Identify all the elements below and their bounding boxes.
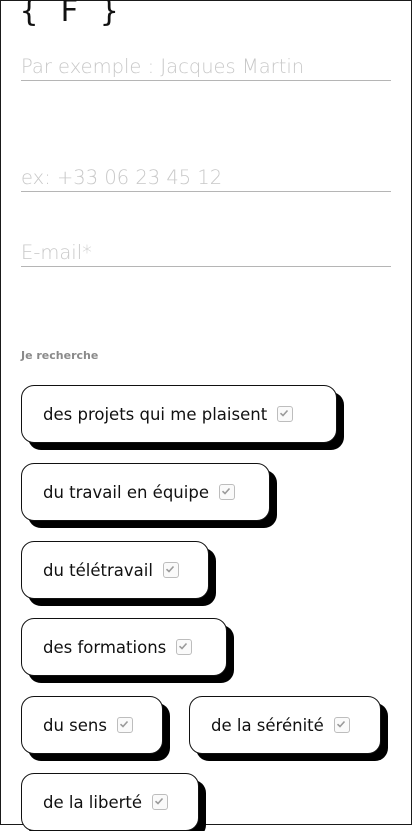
phone-field bbox=[21, 163, 391, 192]
checkbox-checked-icon[interactable] bbox=[218, 484, 235, 500]
name-field bbox=[21, 52, 391, 81]
brand-logo: { F } bbox=[20, 0, 121, 29]
email-field bbox=[21, 238, 391, 267]
email-input[interactable] bbox=[21, 238, 391, 266]
checkbox-checked-icon[interactable] bbox=[333, 717, 350, 733]
option-training[interactable]: des formations bbox=[21, 618, 227, 676]
option-label: du télétravail bbox=[43, 560, 153, 580]
name-input[interactable] bbox=[21, 52, 391, 80]
option-projects[interactable]: des projets qui me plaisent bbox=[21, 385, 337, 443]
checkbox-checked-icon[interactable] bbox=[277, 406, 294, 422]
option-label: des projets qui me plaisent bbox=[43, 404, 268, 424]
checkbox-checked-icon[interactable] bbox=[152, 794, 169, 810]
option-meaning[interactable]: du sens bbox=[21, 696, 163, 754]
checkbox-checked-icon[interactable] bbox=[176, 639, 193, 655]
option-label: de la liberté bbox=[43, 792, 143, 812]
option-label: du travail en équipe bbox=[43, 482, 209, 502]
option-remote-work[interactable]: du télétravail bbox=[21, 541, 209, 599]
checkbox-checked-icon[interactable] bbox=[116, 717, 133, 733]
checkbox-checked-icon[interactable] bbox=[162, 562, 179, 578]
option-label: de la sérénité bbox=[211, 715, 324, 735]
phone-input[interactable] bbox=[21, 163, 391, 191]
option-teamwork[interactable]: du travail en équipe bbox=[21, 463, 270, 521]
option-serenity[interactable]: de la sérénité bbox=[189, 696, 381, 754]
option-label: des formations bbox=[43, 637, 167, 657]
option-freedom[interactable]: de la liberté bbox=[21, 773, 199, 831]
section-label: Je recherche bbox=[21, 349, 99, 362]
option-label: du sens bbox=[43, 715, 107, 735]
